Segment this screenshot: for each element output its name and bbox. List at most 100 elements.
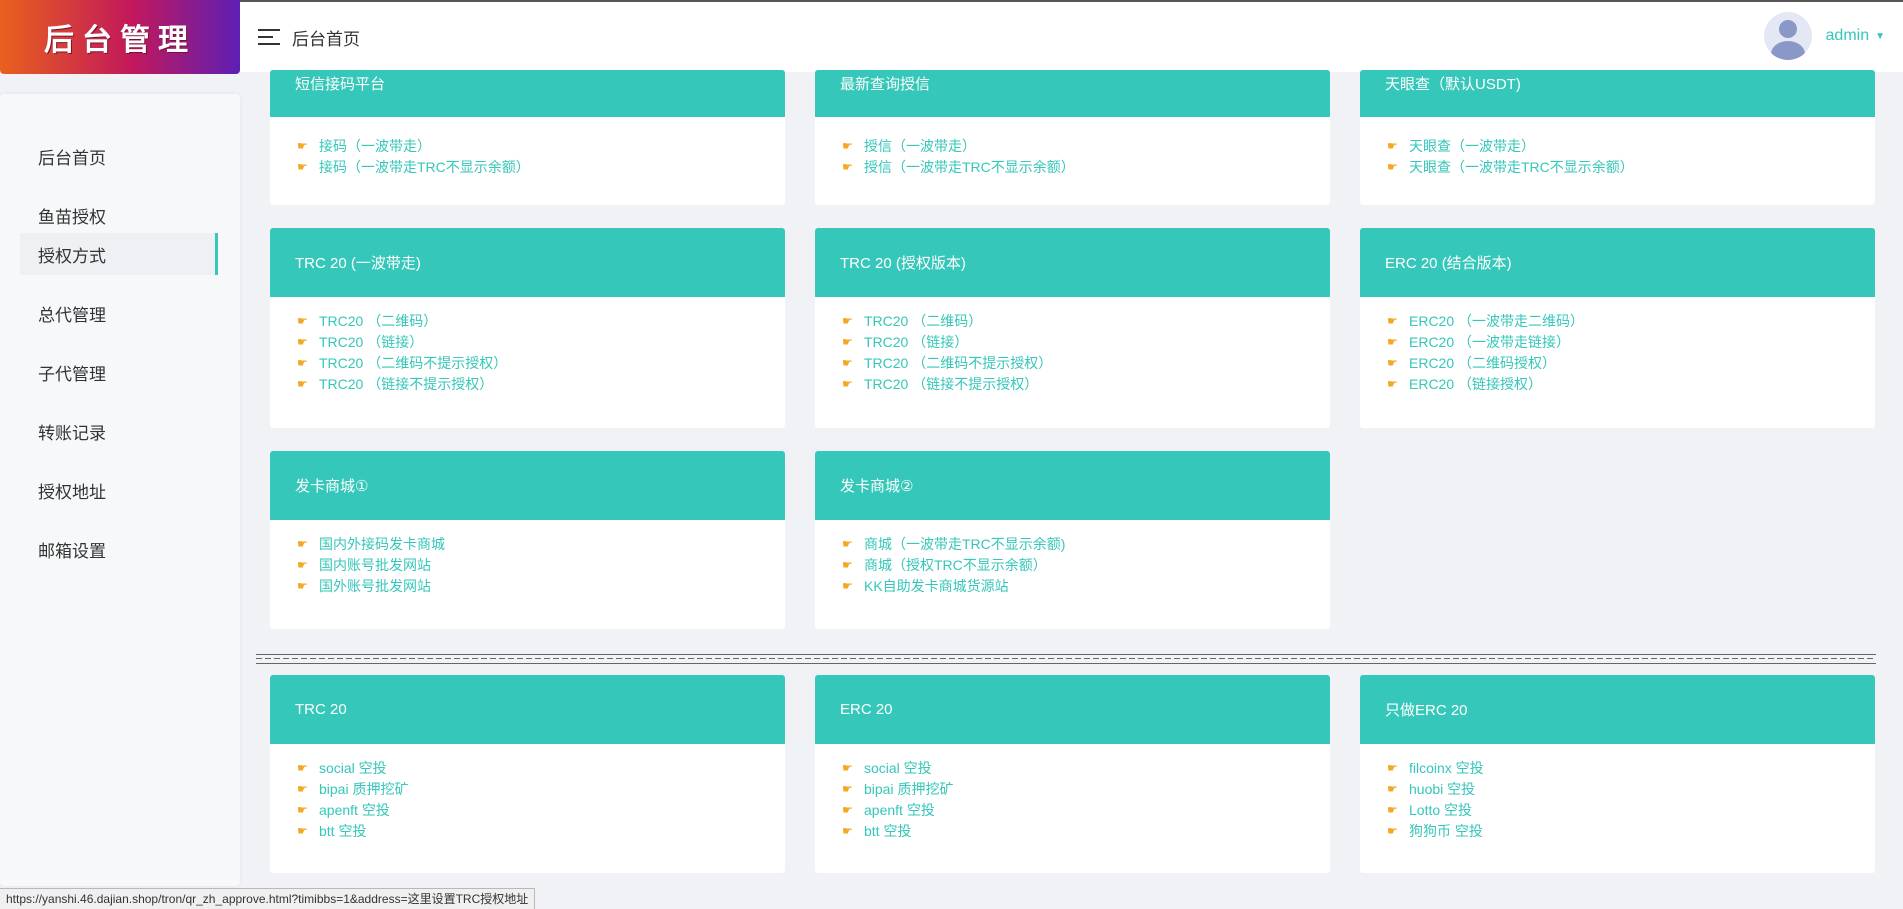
card-link[interactable]: ☛ 天眼查（一波带走TRC不显示余额） [1387,157,1848,178]
card-link[interactable]: ☛ ERC20 （一波带走链接） [1387,332,1848,353]
link-text[interactable]: apenft 空投 [319,800,390,821]
card-link[interactable]: ☛ TRC20 （链接） [297,332,758,353]
link-text[interactable]: 接码（一波带走TRC不显示余额） [319,157,530,178]
link-text[interactable]: btt 空投 [319,821,366,842]
pointing-hand-icon: ☛ [297,537,308,551]
card-link[interactable]: ☛ 商城（授权TRC不显示余额） [842,555,1303,576]
link-text[interactable]: 国内账号批发网站 [319,555,431,576]
sidebar-item-label: 授权地址 [38,482,106,502]
sidebar-item-transfers[interactable]: 转账记录 [20,410,218,452]
card-link[interactable]: ☛ btt 空投 [297,821,758,842]
card-link[interactable]: ☛ apenft 空投 [842,800,1303,821]
user-menu[interactable]: admin ▼ [1763,12,1885,60]
sidebar-item-auth-methods[interactable]: 授权方式 [20,233,218,275]
card-sms: 短信接码平台 ☛ 接码（一波带走） ☛ 接码（一波带走TRC不显示余额） [270,70,785,205]
card-link[interactable]: ☛ btt 空投 [842,821,1303,842]
link-text[interactable]: ERC20 （一波带走链接） [1409,332,1570,353]
card-link[interactable]: ☛ Lotto 空投 [1387,800,1848,821]
card-link[interactable]: ☛ filcoinx 空投 [1387,758,1848,779]
card-link[interactable]: ☛ 国内外接码发卡商城 [297,534,758,555]
card-link[interactable]: ☛ TRC20 （链接不提示授权） [297,374,758,395]
card-link[interactable]: ☛ 国内账号批发网站 [297,555,758,576]
card-link[interactable]: ☛ TRC20 （二维码） [842,311,1303,332]
hamburger-icon[interactable] [258,29,280,45]
link-text[interactable]: KK自助发卡商城货源站 [864,576,1009,597]
card-link[interactable]: ☛ TRC20 （链接不提示授权） [842,374,1303,395]
link-text[interactable]: 国内外接码发卡商城 [319,534,445,555]
link-text[interactable]: 商城（授权TRC不显示余额） [864,555,1047,576]
link-text[interactable]: social 空投 [864,758,932,779]
link-text[interactable]: 接码（一波带走） [319,136,431,157]
link-text[interactable]: TRC20 （二维码不提示授权） [319,353,507,374]
sidebar-item-fish-auth[interactable]: 鱼苗授权 [20,194,218,236]
link-text[interactable]: 天眼查（一波带走） [1409,136,1535,157]
sidebar-item-home[interactable]: 后台首页 [20,135,218,177]
link-text[interactable]: 商城（一波带走TRC不显示余额) [864,534,1065,555]
card-link[interactable]: ☛ 天眼查（一波带走） [1387,136,1848,157]
link-text[interactable]: bipai 质押挖矿 [319,779,408,800]
card-link[interactable]: ☛ 授信（一波带走） [842,136,1303,157]
link-text[interactable]: TRC20 （链接） [864,332,968,353]
sidebar-item-agents[interactable]: 总代管理 [20,292,218,334]
card-link[interactable]: ☛ 授信（一波带走TRC不显示余额） [842,157,1303,178]
sidebar-item-email-settings[interactable]: 邮箱设置 [20,528,218,570]
card-link[interactable]: ☛ 商城（一波带走TRC不显示余额) [842,534,1303,555]
link-text[interactable]: apenft 空投 [864,800,935,821]
link-text[interactable]: ERC20 （一波带走二维码） [1409,311,1584,332]
link-text[interactable]: 狗狗币 空投 [1409,821,1483,842]
link-text[interactable]: 授信（一波带走TRC不显示余额） [864,157,1075,178]
card-link[interactable]: ☛ 接码（一波带走） [297,136,758,157]
card-trc20-auth: TRC 20 (授权版本) ☛ TRC20 （二维码） ☛ TRC20 （链接） ☛… [815,228,1330,428]
pointing-hand-icon: ☛ [1387,824,1398,838]
sidebar-item-label: 邮箱设置 [38,541,106,561]
sidebar-item-auth-address[interactable]: 授权地址 [20,469,218,511]
avatar[interactable] [1763,12,1812,60]
card-link[interactable]: ☛ TRC20 （二维码不提示授权） [842,353,1303,374]
link-text[interactable]: 授信（一波带走） [864,136,976,157]
card-link[interactable]: ☛ TRC20 （二维码） [297,311,758,332]
link-text[interactable]: ERC20 （二维码授权） [1409,353,1556,374]
link-text[interactable]: TRC20 （链接不提示授权） [319,374,493,395]
username[interactable]: admin [1826,27,1870,45]
card-header: ERC 20 [815,675,1330,744]
sidebar-item-sub-agents[interactable]: 子代管理 [20,351,218,393]
caret-down-icon[interactable]: ▼ [1875,31,1885,42]
link-text[interactable]: social 空投 [319,758,387,779]
app-logo: 后台管理 [0,0,240,74]
link-text[interactable]: TRC20 （链接不提示授权） [864,374,1038,395]
card-link[interactable]: ☛ apenft 空投 [297,800,758,821]
card-link[interactable]: ☛ TRC20 （二维码不提示授权） [297,353,758,374]
card-link[interactable]: ☛ bipai 质押挖矿 [297,779,758,800]
card-body: ☛ 授信（一波带走） ☛ 授信（一波带走TRC不显示余额） [815,117,1330,178]
card-link[interactable]: ☛ ERC20 （二维码授权） [1387,353,1848,374]
link-text[interactable]: TRC20 （二维码不提示授权） [864,353,1052,374]
link-text[interactable]: 国外账号批发网站 [319,576,431,597]
link-text[interactable]: Lotto 空投 [1409,800,1472,821]
link-text[interactable]: 天眼查（一波带走TRC不显示余额） [1409,157,1634,178]
card-link[interactable]: ☛ 接码（一波带走TRC不显示余额） [297,157,758,178]
card-link[interactable]: ☛ ERC20 （链接授权） [1387,374,1848,395]
link-text[interactable]: TRC20 （链接） [319,332,423,353]
link-text[interactable]: TRC20 （二维码） [864,311,982,332]
card-link[interactable]: ☛ social 空投 [297,758,758,779]
card-link[interactable]: ☛ 国外账号批发网站 [297,576,758,597]
card-header: 发卡商城② [815,451,1330,520]
link-text[interactable]: ERC20 （链接授权） [1409,374,1542,395]
card-link[interactable]: ☛ huobi 空投 [1387,779,1848,800]
link-text[interactable]: TRC20 （二维码） [319,311,437,332]
pointing-hand-icon: ☛ [1387,761,1398,775]
link-text[interactable]: filcoinx 空投 [1409,758,1484,779]
browser-status-url: https://yanshi.46.dajian.shop/tron/qr_zh… [0,888,536,909]
link-text[interactable]: btt 空投 [864,821,911,842]
card-link[interactable]: ☛ TRC20 （链接） [842,332,1303,353]
card-link[interactable]: ☛ social 空投 [842,758,1303,779]
card-tianyan: 天眼查（默认USDT) ☛ 天眼查（一波带走） ☛ 天眼查（一波带走TRC不显示余额… [1360,70,1875,205]
card-trc20-onego: TRC 20 (一波带走) ☛ TRC20 （二维码） ☛ TRC20 （链接） ☛… [270,228,785,428]
link-text[interactable]: huobi 空投 [1409,779,1475,800]
card-link[interactable]: ☛ bipai 质押挖矿 [842,779,1303,800]
card-link[interactable]: ☛ ERC20 （一波带走二维码） [1387,311,1848,332]
card-link[interactable]: ☛ 狗狗币 空投 [1387,821,1848,842]
card-erc20-only: 只做ERC 20 ☛ filcoinx 空投 ☛ huobi 空投 ☛ Lotto 空… [1360,675,1875,873]
link-text[interactable]: bipai 质押挖矿 [864,779,953,800]
card-link[interactable]: ☛ KK自助发卡商城货源站 [842,576,1303,597]
